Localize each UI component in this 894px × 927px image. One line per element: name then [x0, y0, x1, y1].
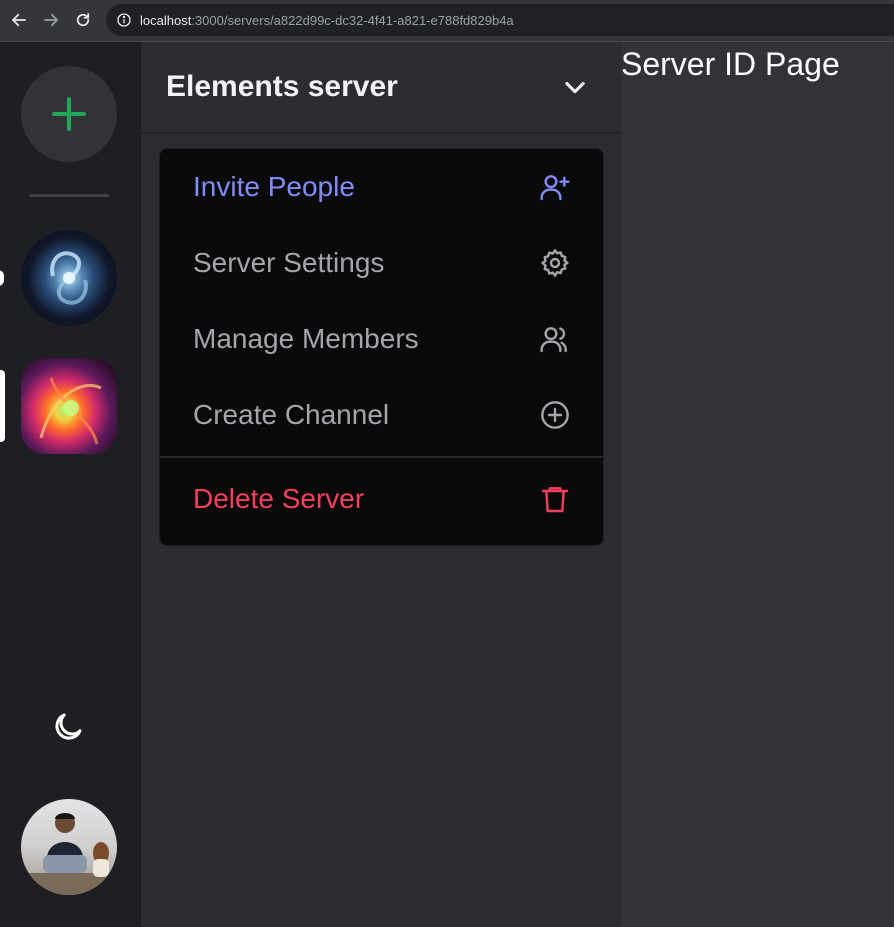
- server-rail: [0, 42, 141, 927]
- user-plus-icon: [540, 175, 570, 201]
- invite-people-item[interactable]: Invite People: [160, 149, 603, 225]
- menu-item-label: Create Channel: [193, 399, 390, 430]
- arrow-left-icon: [12, 13, 26, 27]
- add-server-button[interactable]: [21, 66, 117, 162]
- browser-toolbar: localhost:3000/servers/a822d99c-dc32-4f4…: [0, 0, 894, 42]
- plus-circle-icon: [541, 401, 569, 429]
- server-icon-elements[interactable]: [21, 358, 117, 454]
- gear-icon: [541, 249, 569, 277]
- plus-icon: [52, 97, 86, 131]
- chevron-down-icon: [565, 81, 585, 94]
- abstract-image: [39, 377, 102, 445]
- server-sidebar: Elements server Invite People Server Set…: [141, 42, 621, 927]
- server-settings-item[interactable]: Server Settings: [160, 225, 603, 301]
- menu-divider: [160, 456, 603, 458]
- menu-item-label: Invite People: [193, 171, 355, 202]
- server-dropdown-menu: Invite People Server Settings Manage Mem…: [159, 148, 604, 546]
- main-content: Server ID Page: [621, 42, 894, 927]
- info-icon[interactable]: [116, 12, 132, 28]
- theme-toggle-button[interactable]: [50, 709, 86, 745]
- forward-button[interactable]: [35, 4, 67, 36]
- arrow-right-icon: [44, 13, 58, 27]
- menu-item-label: Delete Server: [193, 483, 365, 514]
- server-icon-galaxy[interactable]: [21, 230, 117, 326]
- avatar-photo: [29, 813, 109, 895]
- reload-icon: [76, 13, 90, 27]
- menu-item-label: Manage Members: [193, 323, 419, 354]
- url-path: :3000/servers/a822d99c-dc32-4f41-a821-e7…: [191, 12, 514, 28]
- server-header-button[interactable]: Elements server: [141, 42, 621, 134]
- page-title: Server ID Page: [621, 46, 840, 82]
- url-host: localhost: [140, 12, 192, 28]
- moon-icon: [55, 713, 82, 740]
- server-unread-indicator: [0, 270, 4, 286]
- menu-item-label: Server Settings: [193, 247, 385, 278]
- rail-separator: [29, 194, 109, 197]
- back-button[interactable]: [3, 4, 35, 36]
- server-name: Elements server: [166, 70, 398, 103]
- users-icon: [540, 327, 567, 353]
- address-bar[interactable]: localhost:3000/servers/a822d99c-dc32-4f4…: [106, 4, 894, 36]
- app-shell: Elements server Invite People Server Set…: [0, 42, 894, 927]
- galaxy-image: [50, 251, 88, 305]
- manage-members-item[interactable]: Manage Members: [160, 301, 603, 377]
- trash-icon: [541, 487, 569, 513]
- reload-button[interactable]: [67, 4, 99, 36]
- active-server-indicator: [0, 370, 5, 442]
- delete-server-item[interactable]: Delete Server: [160, 461, 603, 537]
- create-channel-item[interactable]: Create Channel: [160, 377, 603, 453]
- user-avatar[interactable]: [21, 799, 117, 895]
